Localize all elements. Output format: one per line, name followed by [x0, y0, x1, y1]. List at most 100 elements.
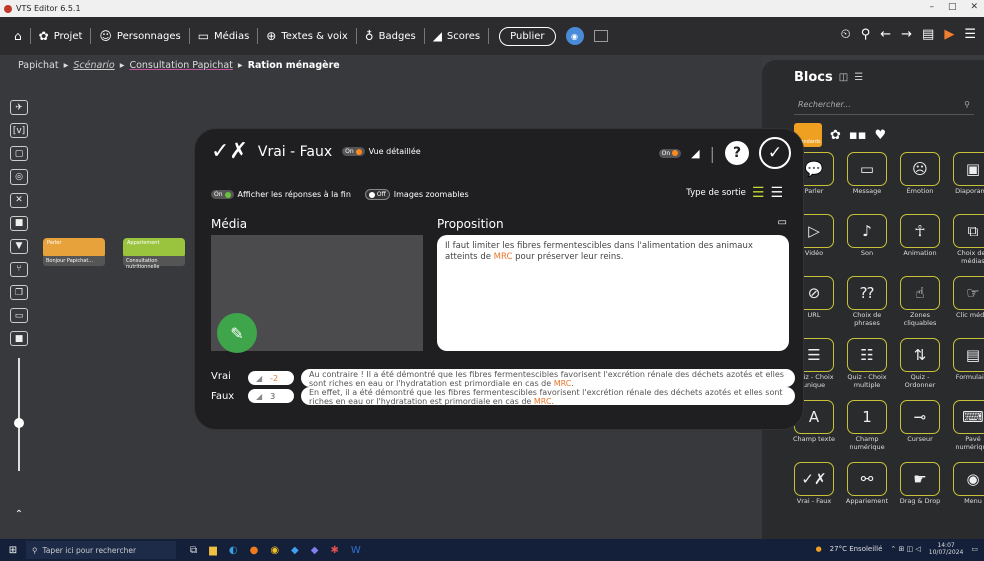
block-true-false[interactable]: ✓✗ Vrai - Faux	[790, 462, 838, 518]
edge-icon[interactable]: ◐	[229, 545, 238, 556]
vrai-feedback[interactable]: Au contraire ! Il a été démontré que les…	[301, 369, 795, 387]
block-number-field[interactable]: 1 Champ numérique	[843, 400, 891, 456]
paste-icon[interactable]: ■	[10, 331, 28, 347]
vts-icon[interactable]: ✱	[330, 545, 338, 556]
back-icon[interactable]: ←	[880, 27, 891, 42]
block-menu[interactable]: ◉ Menu	[949, 462, 984, 518]
forward-icon[interactable]: →	[901, 27, 912, 42]
search-icon[interactable]: ⚲	[861, 27, 871, 42]
canvas-node-parler[interactable]: Parler Bonjour Papichat...	[43, 238, 105, 266]
taskbar-search[interactable]: ⚲ Taper ici pour rechercher	[26, 541, 176, 559]
preview-icon[interactable]: ◉	[565, 27, 584, 45]
multi-output-icon[interactable]: ☰	[770, 185, 783, 201]
faux-score-field[interactable]: ◢ 3	[248, 389, 294, 403]
edit-media-button[interactable]: ✎	[217, 313, 257, 353]
help-button[interactable]: ?	[725, 141, 749, 165]
blocs-search-input[interactable]: Rechercher... ⚲	[794, 95, 974, 115]
scores-menu[interactable]: ◢ Scores	[425, 28, 490, 44]
settings-category-icon[interactable]: ✿	[830, 128, 841, 143]
personnages-menu[interactable]: ☺ Personnages	[91, 28, 190, 44]
plane-icon[interactable]: ✈	[10, 100, 28, 116]
tree-icon[interactable]: ⑂	[10, 261, 28, 277]
screen-icon[interactable]	[593, 30, 608, 42]
file-explorer-icon[interactable]: ▆	[209, 545, 217, 556]
duplicate-icon[interactable]: ▭	[10, 308, 28, 324]
home-button[interactable]: ⌂	[0, 28, 31, 44]
flag-icon[interactable]: ▼	[10, 238, 28, 254]
block-quiz-order[interactable]: ⇅ Quiz - Ordonner	[896, 338, 944, 394]
block-form[interactable]: ▤Formulaire	[949, 338, 984, 394]
vrai-score-field[interactable]: ◢ -2	[248, 371, 294, 385]
toggle-switch[interactable]: Off	[364, 189, 390, 200]
drag-drop-icon: ☛	[900, 462, 940, 496]
minimize-button[interactable]: –	[929, 2, 934, 12]
zoom-slider[interactable]	[14, 358, 24, 471]
block-drag-drop[interactable]: ☛ Drag & Drop	[896, 462, 944, 518]
block-sound[interactable]: ♪ Son	[843, 214, 891, 270]
textes-voix-menu[interactable]: ⊕ Textes & voix	[258, 28, 357, 44]
weather-text[interactable]: 27°C Ensoleillé	[830, 545, 883, 553]
block-slideshow[interactable]: ▣Diaporama	[949, 152, 984, 208]
block-keypad[interactable]: ⌨Pavé numérique	[949, 400, 984, 456]
task-view-icon[interactable]: ⧉	[190, 545, 197, 556]
afficher-reponses-toggle[interactable]: On Afficher les réponses à la fin	[211, 190, 351, 199]
word-icon[interactable]: W	[351, 545, 361, 556]
search-icon[interactable]: ⚲	[964, 100, 970, 109]
list-view-icon[interactable]: ☰	[854, 72, 863, 83]
faux-feedback[interactable]: En effet, il a été démontré que les fibr…	[301, 387, 795, 405]
app-icon[interactable]: ◆	[291, 545, 299, 556]
block-media-click[interactable]: ☞Clic média	[949, 276, 984, 332]
score-toggle[interactable]: On	[658, 148, 682, 158]
history-icon[interactable]: ⏲	[841, 27, 851, 42]
zoom-slider-knob[interactable]	[14, 418, 24, 429]
publish-button[interactable]: Publier	[499, 26, 556, 46]
breadcrumb-item-project[interactable]: Papichat	[18, 60, 59, 71]
block-emotion[interactable]: ☹ Émotion	[896, 152, 944, 208]
block-quiz-multiple[interactable]: ☷ Quiz - Choix multiple	[843, 338, 891, 394]
single-output-icon[interactable]: ☰	[752, 185, 765, 201]
variable-icon[interactable]: [v]	[10, 123, 28, 139]
block-message[interactable]: ▭ Message	[843, 152, 891, 208]
tray-icons[interactable]: ⌃ ⊞ ◫ ◁	[890, 545, 920, 553]
collapse-icon[interactable]: ⌃	[15, 509, 23, 520]
layout-icon[interactable]: ▤	[922, 27, 934, 42]
breadcrumb-item-scenario[interactable]: Scénario	[73, 60, 114, 71]
block-icon[interactable]: ■	[10, 215, 28, 231]
clock[interactable]: 14:07 10/07/2024	[929, 542, 964, 556]
medias-menu[interactable]: ▭ Médias	[190, 28, 259, 44]
heart-category-icon[interactable]: ♥	[875, 128, 887, 143]
vue-detaillee-toggle[interactable]: On Vue détaillée	[342, 147, 421, 156]
chrome-icon[interactable]: ◉	[270, 545, 279, 556]
block-label: Curseur	[907, 435, 933, 443]
canvas-node-appariement[interactable]: Appariement Consultation nutritionnelle	[123, 238, 185, 270]
breadcrumb-item-consultation[interactable]: Consultation Papichat	[129, 60, 232, 71]
flow-category-icon[interactable]: ▪▪	[849, 128, 867, 143]
proposition-text[interactable]: Il faut limiter les fibres fermentescibl…	[437, 235, 789, 351]
images-zoomables-toggle[interactable]: Off Images zoomables	[364, 189, 469, 200]
badges-menu[interactable]: ♁ Badges	[357, 28, 425, 44]
comment-icon[interactable]: ▭	[778, 217, 787, 228]
toggle-switch[interactable]: On	[211, 190, 234, 199]
notification-icon[interactable]: ▭	[971, 545, 978, 553]
block-animation[interactable]: ☥ Animation	[896, 214, 944, 270]
firefox-icon[interactable]: ●	[250, 545, 259, 556]
close-button[interactable]: ✕	[970, 2, 978, 12]
group-icon[interactable]: ◎	[10, 169, 28, 185]
copy-icon[interactable]: ❐	[10, 285, 28, 301]
tools-icon[interactable]: ✕	[10, 192, 28, 208]
block-matching[interactable]: ⚯ Appariement	[843, 462, 891, 518]
windows-start-icon[interactable]: ⊞	[0, 545, 26, 556]
block-phrase-choice[interactable]: ⁇ Choix de phrases	[843, 276, 891, 332]
confirm-button[interactable]: ✓	[759, 137, 791, 169]
app-icon[interactable]: ◆	[311, 545, 319, 556]
comment-icon[interactable]: ▢	[10, 146, 28, 162]
menu-icon[interactable]: ☰	[964, 27, 976, 42]
block-media-choice[interactable]: ⧉Choix des médias	[949, 214, 984, 270]
block-clickable-zones[interactable]: ☝ Zones cliquables	[896, 276, 944, 332]
toggle-switch[interactable]: On	[342, 147, 365, 156]
grid-view-icon[interactable]: ◫	[839, 72, 848, 83]
projet-menu[interactable]: ✿ Projet	[31, 28, 92, 44]
maximize-button[interactable]: □	[948, 2, 957, 12]
play-icon[interactable]: ▶	[944, 27, 954, 42]
block-slider[interactable]: ⊸ Curseur	[896, 400, 944, 456]
